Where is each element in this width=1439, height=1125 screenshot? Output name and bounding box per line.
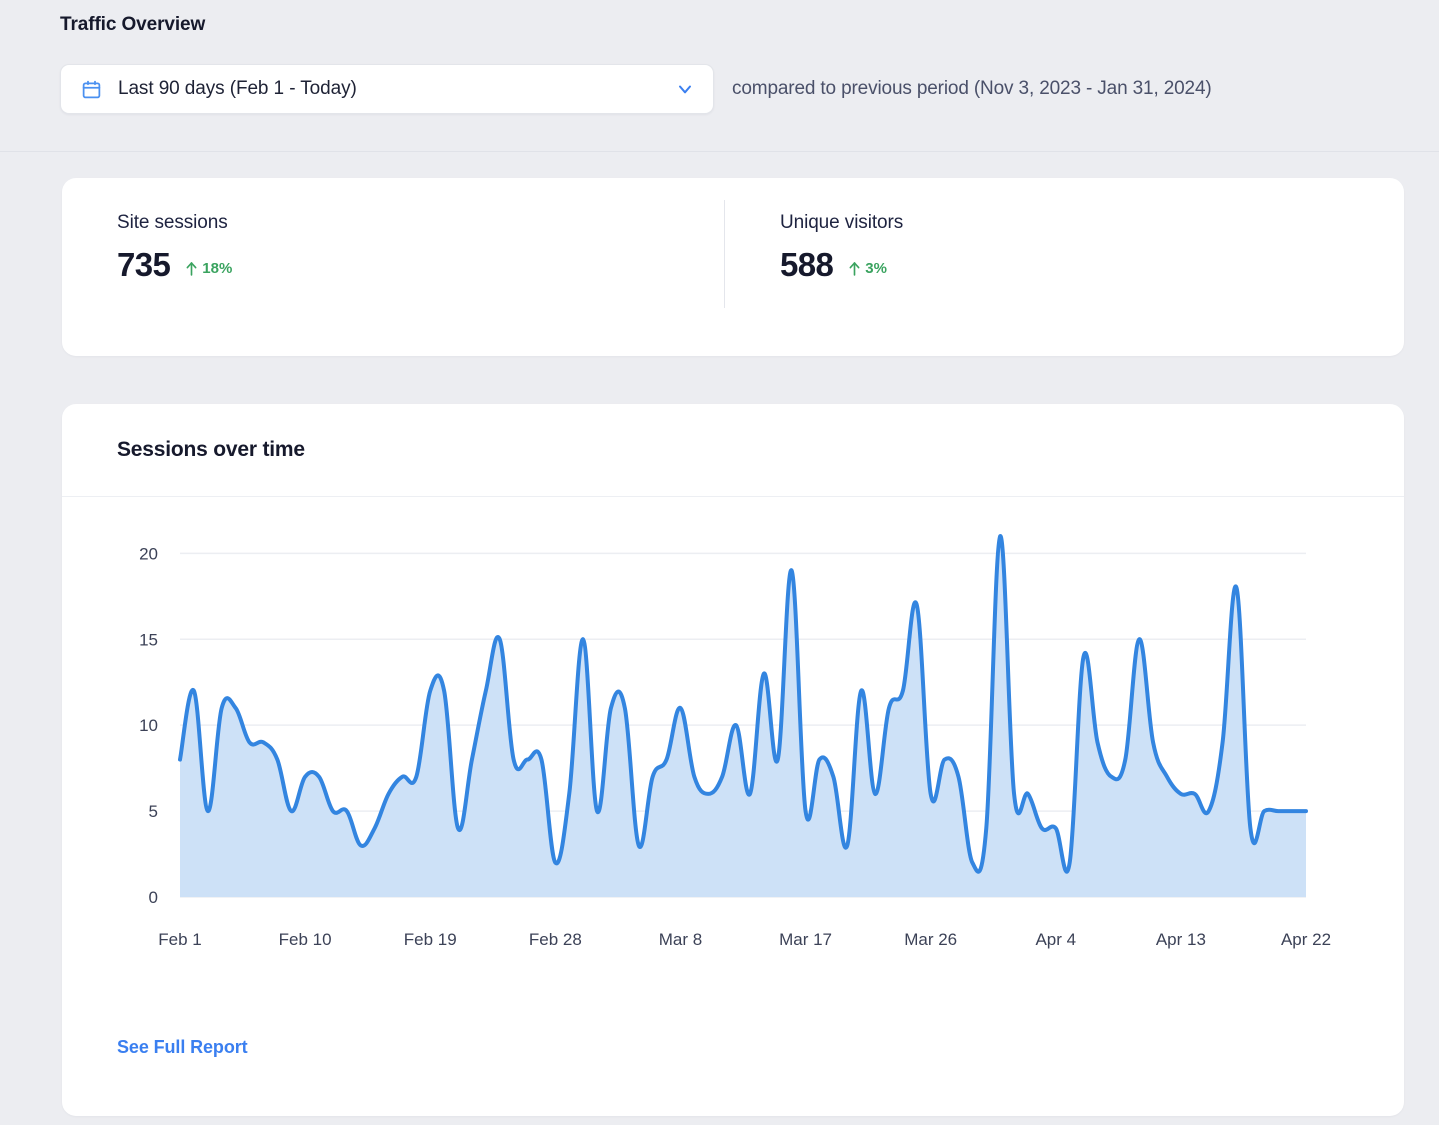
stat-value-row: 735 18% xyxy=(117,246,724,284)
stat-unique-visitors: Unique visitors 588 3% xyxy=(724,200,1284,356)
chart-title: Sessions over time xyxy=(117,438,305,461)
status-badge: 18% xyxy=(186,260,232,277)
x-axis-tick-label: Apr 4 xyxy=(1035,930,1076,949)
y-axis-tick-label: 20 xyxy=(139,544,158,563)
chart-plot-area: 0 5 10 15 20 Feb 1 Feb 10 Feb 19 Feb 28 Mar 8 Mar … xyxy=(62,497,1404,1037)
arrow-up-icon xyxy=(186,261,197,276)
y-axis-tick-label: 10 xyxy=(139,716,158,735)
arrow-up-icon xyxy=(849,261,860,276)
sessions-over-time-chart: 0 5 10 15 20 Feb 1 Feb 10 Feb 19 Feb 28 Mar 8 Mar … xyxy=(139,534,1331,949)
date-range-value: Last 90 days (Feb 1 - Today) xyxy=(118,78,357,99)
x-axis-tick-label: Feb 1 xyxy=(158,930,201,949)
stat-value: 588 xyxy=(780,246,834,283)
status-badge: 3% xyxy=(849,260,887,277)
x-axis-tick-label: Feb 10 xyxy=(279,930,332,949)
chart-header: Sessions over time xyxy=(62,404,1404,497)
chart-area-fill xyxy=(180,536,1306,897)
stat-site-sessions: Site sessions 735 18% xyxy=(62,212,724,356)
x-axis-tick-label: Mar 8 xyxy=(659,930,702,949)
page-header: Traffic Overview Last 90 days (Feb 1 - T… xyxy=(0,0,1439,152)
y-axis-tick-label: 0 xyxy=(149,888,158,907)
x-axis-tick-label: Apr 13 xyxy=(1156,930,1206,949)
stat-value-row: 588 3% xyxy=(780,246,1284,284)
x-axis-tick-label: Mar 26 xyxy=(904,930,957,949)
calendar-icon xyxy=(81,79,102,100)
page-title: Traffic Overview xyxy=(60,14,206,35)
y-axis-tick-label: 5 xyxy=(149,802,158,821)
y-axis-tick-label: 15 xyxy=(139,630,158,649)
x-axis-tick-label: Feb 19 xyxy=(404,930,457,949)
date-range-select[interactable]: Last 90 days (Feb 1 - Today) xyxy=(60,64,714,114)
chevron-down-icon[interactable] xyxy=(675,79,695,99)
header-controls: Last 90 days (Feb 1 - Today) compared to… xyxy=(60,64,1439,114)
x-axis-tick-label: Mar 17 xyxy=(779,930,832,949)
see-full-report-link[interactable]: See Full Report xyxy=(117,1037,248,1058)
x-axis-tick-label: Apr 22 xyxy=(1281,930,1331,949)
stat-delta-value: 18% xyxy=(202,260,233,277)
stat-delta-value: 3% xyxy=(865,260,887,277)
x-axis-tick-label: Feb 28 xyxy=(529,930,582,949)
sessions-chart-card: Sessions over time 0 5 10 15 20 Feb 1 Feb 10 Fe… xyxy=(62,404,1404,1116)
stat-label: Unique visitors xyxy=(780,212,904,233)
comparison-label: compared to previous period (Nov 3, 2023… xyxy=(732,78,1212,99)
stat-value: 735 xyxy=(117,246,171,283)
stat-label: Site sessions xyxy=(117,212,228,233)
stats-card: Site sessions 735 18% Unique visitors 58… xyxy=(62,178,1404,356)
